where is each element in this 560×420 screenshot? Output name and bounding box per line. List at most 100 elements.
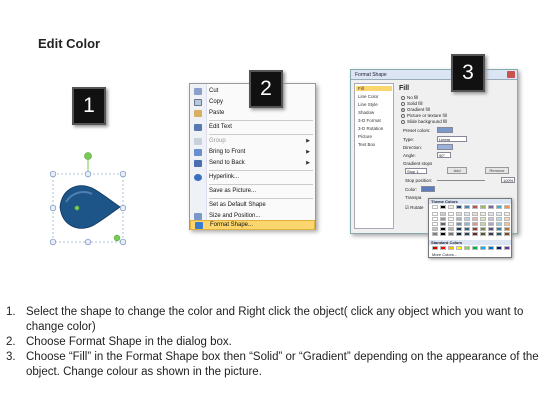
theme-color-swatch[interactable]: [432, 212, 438, 216]
theme-color-swatch[interactable]: [456, 222, 462, 226]
theme-color-swatch[interactable]: [448, 222, 454, 226]
theme-color-swatch[interactable]: [496, 232, 502, 236]
menu-item-hyperlink[interactable]: Hyperlink...: [190, 172, 315, 183]
standard-color-swatch[interactable]: [480, 246, 486, 250]
theme-color-swatch[interactable]: [496, 205, 502, 209]
nav-line-color[interactable]: Line Color: [358, 94, 379, 99]
color-dropdown[interactable]: [421, 186, 435, 192]
more-colors-link[interactable]: More Colors...: [432, 252, 457, 257]
standard-color-swatch[interactable]: [496, 246, 502, 250]
menu-item-save-as-picture[interactable]: Save as Picture...: [190, 186, 315, 197]
selected-shape-panel[interactable]: [44, 150, 134, 250]
menu-item-paste[interactable]: Paste: [190, 108, 315, 119]
theme-color-swatch[interactable]: [432, 205, 438, 209]
theme-color-swatch[interactable]: [488, 205, 494, 209]
nav-text-box[interactable]: Text Box: [358, 142, 375, 147]
theme-color-swatch[interactable]: [456, 217, 462, 221]
theme-color-swatch[interactable]: [448, 205, 454, 209]
menu-item-group[interactable]: Group ▶: [190, 136, 315, 147]
rotate-checkbox[interactable]: ☑ Rotate: [405, 205, 424, 211]
menu-item-format-shape[interactable]: Format Shape...: [190, 220, 315, 230]
radio-gradient-fill[interactable]: Gradient fill: [401, 107, 430, 112]
theme-color-swatch[interactable]: [432, 217, 438, 221]
theme-color-swatch[interactable]: [456, 227, 462, 231]
standard-color-swatch[interactable]: [448, 246, 454, 250]
angle-field[interactable]: 90°: [437, 152, 451, 158]
theme-color-swatch[interactable]: [504, 227, 510, 231]
theme-color-swatch[interactable]: [464, 227, 470, 231]
theme-color-swatch[interactable]: [448, 217, 454, 221]
theme-color-swatch[interactable]: [448, 227, 454, 231]
radio-picture-fill[interactable]: Picture or texture fill: [401, 113, 447, 118]
theme-color-swatch[interactable]: [472, 205, 478, 209]
standard-color-swatch[interactable]: [440, 246, 446, 250]
theme-color-swatch[interactable]: [496, 222, 502, 226]
menu-item-set-default-shape[interactable]: Set as Default Shape: [190, 200, 315, 211]
stop-position-field[interactable]: 100%: [501, 177, 515, 183]
preset-colors-dropdown[interactable]: [437, 127, 453, 133]
theme-color-swatch[interactable]: [440, 232, 446, 236]
theme-color-swatch[interactable]: [496, 227, 502, 231]
theme-color-swatch[interactable]: [480, 205, 486, 209]
theme-color-swatch[interactable]: [488, 217, 494, 221]
direction-dropdown[interactable]: [437, 144, 453, 150]
radio-slide-bg-fill[interactable]: Slide background fill: [401, 119, 447, 124]
theme-color-swatch[interactable]: [440, 205, 446, 209]
theme-color-swatch[interactable]: [480, 232, 486, 236]
theme-color-swatch[interactable]: [472, 222, 478, 226]
stop-dropdown[interactable]: Stop 1: [405, 168, 427, 174]
theme-color-swatch[interactable]: [456, 232, 462, 236]
nav-fill[interactable]: Fill: [356, 86, 392, 91]
theme-color-swatch[interactable]: [440, 217, 446, 221]
theme-color-swatch[interactable]: [464, 212, 470, 216]
radio-solid-fill[interactable]: Solid fill: [401, 101, 423, 106]
theme-color-swatch[interactable]: [448, 212, 454, 216]
theme-color-swatch[interactable]: [504, 217, 510, 221]
stop-position-slider[interactable]: [437, 180, 485, 181]
theme-color-swatch[interactable]: [480, 217, 486, 221]
standard-color-swatch[interactable]: [456, 246, 462, 250]
nav-3d-rotation[interactable]: 3-D Rotation: [358, 126, 383, 131]
standard-color-swatch[interactable]: [472, 246, 478, 250]
teardrop-shape[interactable]: [44, 150, 134, 250]
add-stop-button[interactable]: Add: [447, 167, 467, 174]
nav-picture[interactable]: Picture: [358, 134, 372, 139]
theme-color-swatch[interactable]: [496, 212, 502, 216]
remove-stop-button[interactable]: Remove: [485, 167, 509, 174]
theme-color-swatch[interactable]: [448, 232, 454, 236]
standard-color-swatch[interactable]: [464, 246, 470, 250]
theme-color-swatch[interactable]: [488, 222, 494, 226]
theme-color-swatch[interactable]: [464, 205, 470, 209]
standard-color-swatch[interactable]: [432, 246, 438, 250]
theme-color-swatch[interactable]: [480, 212, 486, 216]
theme-color-swatch[interactable]: [504, 222, 510, 226]
theme-color-swatch[interactable]: [504, 205, 510, 209]
theme-color-swatch[interactable]: [488, 212, 494, 216]
theme-color-swatch[interactable]: [488, 227, 494, 231]
theme-color-swatch[interactable]: [432, 227, 438, 231]
standard-color-swatch[interactable]: [504, 246, 510, 250]
theme-color-swatch[interactable]: [472, 212, 478, 216]
theme-color-swatch[interactable]: [456, 212, 462, 216]
theme-color-swatch[interactable]: [488, 232, 494, 236]
menu-item-bring-to-front[interactable]: Bring to Front ▶: [190, 147, 315, 158]
theme-color-swatch[interactable]: [464, 232, 470, 236]
theme-color-swatch[interactable]: [432, 232, 438, 236]
theme-color-swatch[interactable]: [440, 212, 446, 216]
theme-color-swatch[interactable]: [440, 227, 446, 231]
theme-color-swatch[interactable]: [432, 222, 438, 226]
theme-color-swatch[interactable]: [480, 227, 486, 231]
radio-no-fill[interactable]: No fill: [401, 95, 418, 100]
theme-color-swatch[interactable]: [504, 212, 510, 216]
menu-item-send-to-back[interactable]: Send to Back ▶: [190, 158, 315, 169]
nav-line-style[interactable]: Line Style: [358, 102, 378, 107]
theme-color-swatch[interactable]: [504, 232, 510, 236]
theme-color-swatch[interactable]: [440, 222, 446, 226]
theme-color-swatch[interactable]: [464, 222, 470, 226]
theme-color-swatch[interactable]: [464, 217, 470, 221]
theme-color-swatch[interactable]: [480, 222, 486, 226]
nav-3d-format[interactable]: 3-D Format: [358, 118, 381, 123]
theme-color-swatch[interactable]: [472, 232, 478, 236]
menu-item-edit-text[interactable]: Edit Text: [190, 122, 315, 133]
theme-color-swatch[interactable]: [496, 217, 502, 221]
